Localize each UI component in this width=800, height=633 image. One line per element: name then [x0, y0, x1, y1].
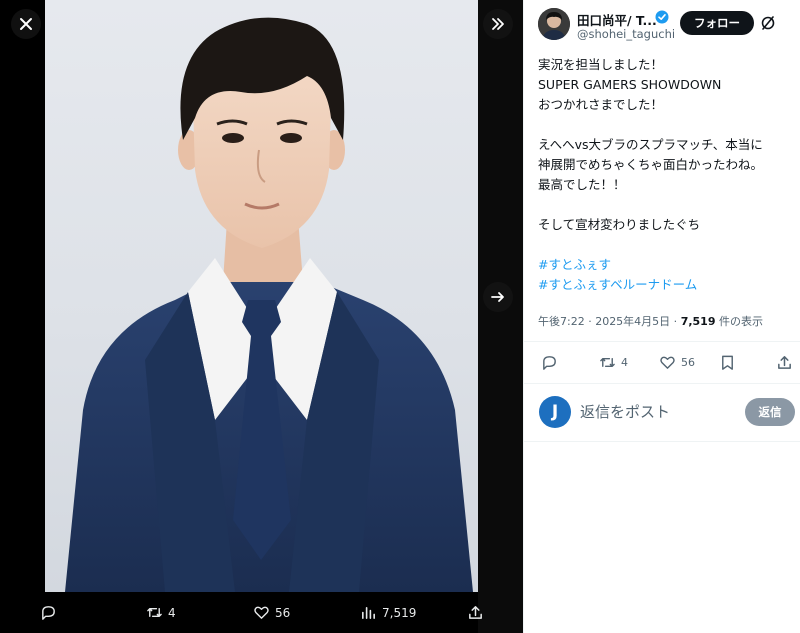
tweet-line: 神展開でめちゃくちゃ面白かったわね。 — [538, 157, 764, 172]
reply-icon — [543, 356, 556, 370]
background-preview — [478, 0, 523, 633]
tweet-line: えへへvs大ブラのスプラマッチ、本当に — [538, 137, 763, 152]
panel-retweet-button[interactable]: 4 — [599, 354, 628, 371]
tweet-line: 実況を担当しました！ — [538, 57, 664, 72]
bookmark-icon — [722, 355, 733, 370]
share-icon — [469, 606, 482, 619]
panel-share-button[interactable] — [776, 354, 793, 371]
profile-photo — [45, 0, 478, 592]
hashtag-link[interactable]: #すとふぇすベルーナドーム — [538, 275, 794, 295]
tweet-panel: 田口尚平/ T... @shohei_taguchi フォロー 実況を担当しまし… — [523, 0, 800, 633]
next-arrow-icon — [491, 292, 504, 302]
like-button[interactable]: 56 — [253, 604, 290, 621]
views-icon — [362, 606, 375, 619]
hashtag-link[interactable]: #すとふぇす — [538, 255, 794, 275]
share-icon — [778, 356, 791, 369]
author-handle[interactable]: @shohei_taguchi — [577, 27, 675, 41]
tweet-view-count: 7,519 — [680, 315, 716, 328]
views-button[interactable]: 7,519 — [360, 604, 416, 621]
views-count: 7,519 — [382, 605, 417, 620]
panel-like-count: 56 — [681, 356, 695, 369]
bookmark-button[interactable] — [719, 354, 736, 371]
collapse-panel-button[interactable] — [483, 9, 513, 39]
reply-submit-button[interactable]: 返信 — [745, 398, 795, 426]
like-icon — [660, 356, 675, 369]
author-avatar[interactable] — [538, 8, 570, 40]
tweet-text: 実況を担当しました！ SUPER GAMERS SHOWDOWN おつかれさまで… — [538, 55, 794, 295]
close-button[interactable] — [11, 9, 41, 39]
divider — [524, 441, 800, 442]
verified-badge-icon — [655, 10, 669, 24]
panel-retweet-count: 4 — [621, 356, 628, 369]
share-button[interactable] — [467, 604, 484, 621]
like-count: 56 — [275, 605, 291, 620]
tweet-line — [538, 235, 794, 255]
retweet-button[interactable]: 4 — [146, 604, 176, 621]
divider — [524, 383, 800, 384]
reply-icon — [42, 606, 55, 620]
retweet-icon — [600, 358, 615, 367]
collapse-panel-icon — [492, 18, 504, 30]
reply-user-avatar: J — [539, 396, 571, 428]
retweet-icon — [147, 608, 162, 617]
like-icon — [254, 606, 269, 619]
reply-input[interactable]: 返信をポスト — [580, 401, 670, 422]
grok-icon[interactable] — [760, 15, 776, 31]
avatar-image — [538, 8, 570, 40]
next-media-button[interactable] — [483, 282, 513, 312]
tweet-views-label: 件の表示 — [715, 315, 763, 328]
media-actions-bar: 4 56 7,519 — [0, 592, 523, 633]
photo-illustration — [65, 17, 473, 592]
tweet-line — [538, 115, 794, 135]
close-icon — [20, 18, 32, 30]
tweet-timestamp[interactable]: 午後7:22 · 2025年4月5日 · — [538, 315, 681, 328]
divider — [524, 341, 800, 342]
tweet-line: そして宣材変わりましたぐち — [538, 217, 701, 232]
tweet-line: おつかれさまでした！ — [538, 97, 664, 112]
panel-like-button[interactable]: 56 — [659, 354, 695, 371]
retweet-count: 4 — [168, 605, 176, 620]
media-viewer: 4 56 7,519 — [0, 0, 523, 633]
panel-reply-button[interactable] — [541, 354, 558, 371]
follow-button[interactable]: フォロー — [680, 11, 754, 35]
tweet-line — [538, 195, 794, 215]
tweet-meta: 午後7:22 · 2025年4月5日 · 7,519 件の表示 — [538, 313, 763, 329]
tweet-line: 最高でした！！ — [538, 177, 626, 192]
tweet-line: SUPER GAMERS SHOWDOWN — [538, 77, 722, 92]
reply-button[interactable] — [40, 604, 62, 621]
